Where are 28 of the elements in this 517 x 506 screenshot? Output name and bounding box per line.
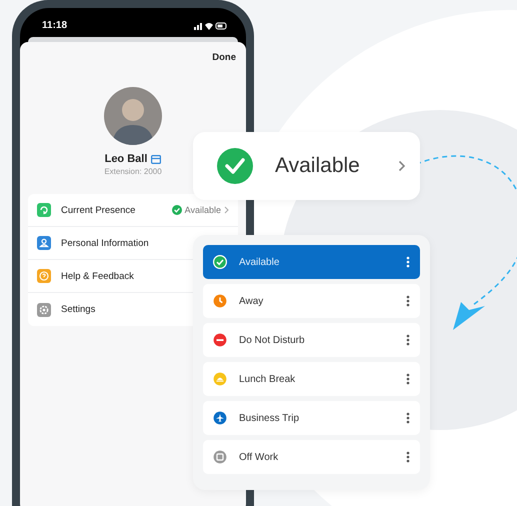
more-icon[interactable]: [406, 256, 410, 268]
menu-label[interactable]: Help & Feedback: [61, 270, 134, 282]
menu-label[interactable]: Personal Information: [61, 238, 149, 248]
more-icon[interactable]: [406, 295, 410, 307]
check-icon: [172, 205, 182, 215]
menu-label[interactable]: Settings: [61, 304, 96, 315]
more-icon[interactable]: [406, 334, 410, 346]
extension-label: Extension: 2000: [104, 167, 162, 176]
profile-name: Leo Ball: [104, 153, 148, 165]
chevron-icon: [398, 160, 406, 172]
presence-value: Available: [184, 205, 221, 215]
status-option[interactable]: Available: [203, 245, 420, 279]
card-icon: [151, 154, 162, 164]
more-icon[interactable]: [406, 412, 410, 424]
more-icon[interactable]: [406, 373, 410, 385]
presence-label: Available: [275, 154, 361, 178]
status-option[interactable]: Lunch Break: [203, 362, 420, 396]
status-option[interactable]: Off Work: [203, 440, 420, 474]
status-option[interactable]: Do Not Disturb: [203, 323, 420, 357]
done-button[interactable]: Done: [210, 52, 238, 63]
status-option[interactable]: Business Trip: [203, 401, 420, 435]
status-time: 11:18: [42, 20, 68, 31]
more-icon[interactable]: [406, 451, 410, 463]
check-icon: [217, 148, 253, 184]
menu-label[interactable]: Current Presence: [61, 204, 136, 216]
status-icons: [194, 20, 228, 30]
status-option[interactable]: Away: [203, 284, 420, 318]
chevron-icon: [224, 206, 229, 214]
